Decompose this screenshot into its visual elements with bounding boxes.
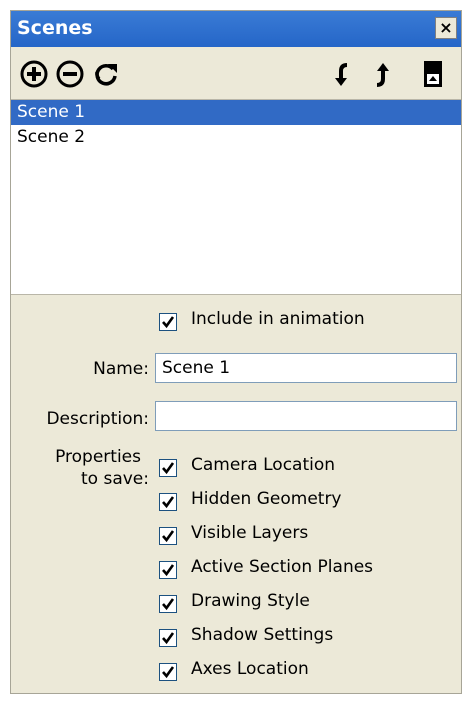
shadow-settings-label: Shadow Settings xyxy=(191,625,334,645)
properties-label-line1: Properties xyxy=(55,447,141,467)
name-field[interactable] xyxy=(155,353,457,383)
move-down-icon xyxy=(335,63,348,86)
details-toggle-button[interactable] xyxy=(421,59,453,91)
toolbar xyxy=(11,47,461,99)
title-bar[interactable]: Scenes × xyxy=(11,11,461,47)
axes-location-checkbox[interactable] xyxy=(159,663,177,681)
hidden-geometry-label: Hidden Geometry xyxy=(191,489,342,509)
axes-location-label: Axes Location xyxy=(191,659,309,679)
shadow-settings-checkbox[interactable] xyxy=(159,629,177,647)
checkmark-icon xyxy=(162,530,175,543)
hidden-geometry-checkbox[interactable] xyxy=(159,493,177,511)
scene-list[interactable]: Scene 1 Scene 2 xyxy=(11,99,461,295)
description-field[interactable] xyxy=(155,401,457,431)
checkmark-icon xyxy=(162,496,175,509)
active-section-planes-checkbox[interactable] xyxy=(159,561,177,579)
close-button[interactable]: × xyxy=(435,17,457,39)
scenes-panel: Scenes × Scene 1 Scene 2 Include in anim… xyxy=(10,10,462,694)
scene-list-item[interactable]: Scene 1 xyxy=(11,100,461,125)
active-section-planes-label: Active Section Planes xyxy=(191,557,374,577)
include-animation-checkbox[interactable] xyxy=(159,313,177,331)
update-scene-button[interactable] xyxy=(91,59,123,91)
drawing-style-label: Drawing Style xyxy=(191,591,310,611)
include-animation-label: Include in animation xyxy=(191,309,365,329)
move-up-button[interactable] xyxy=(367,59,399,91)
add-scene-icon xyxy=(20,60,48,88)
panel-title: Scenes xyxy=(17,17,93,39)
move-up-icon xyxy=(376,63,389,87)
drawing-style-checkbox[interactable] xyxy=(159,595,177,613)
camera-location-label: Camera Location xyxy=(191,455,336,475)
camera-location-checkbox[interactable] xyxy=(159,459,177,477)
checkmark-icon xyxy=(162,632,175,645)
checkmark-icon xyxy=(162,462,175,475)
description-label: Description: xyxy=(46,409,149,429)
details-toggle-icon xyxy=(424,61,442,87)
properties-label-line2: to save: xyxy=(81,469,149,489)
move-down-button[interactable] xyxy=(329,59,361,91)
checkmark-icon xyxy=(162,564,175,577)
checkmark-icon xyxy=(162,666,175,679)
add-scene-button[interactable] xyxy=(19,59,51,91)
checkmark-icon xyxy=(162,316,175,329)
scene-list-item[interactable]: Scene 2 xyxy=(11,125,461,150)
remove-scene-button[interactable] xyxy=(55,59,87,91)
visible-layers-label: Visible Layers xyxy=(191,523,309,543)
visible-layers-checkbox[interactable] xyxy=(159,527,177,545)
remove-scene-icon xyxy=(56,60,84,88)
update-scene-icon xyxy=(95,64,117,86)
checkmark-icon xyxy=(162,598,175,611)
scene-properties-form: Include in animation Name: Description: … xyxy=(11,295,461,693)
name-label: Name: xyxy=(93,359,149,379)
